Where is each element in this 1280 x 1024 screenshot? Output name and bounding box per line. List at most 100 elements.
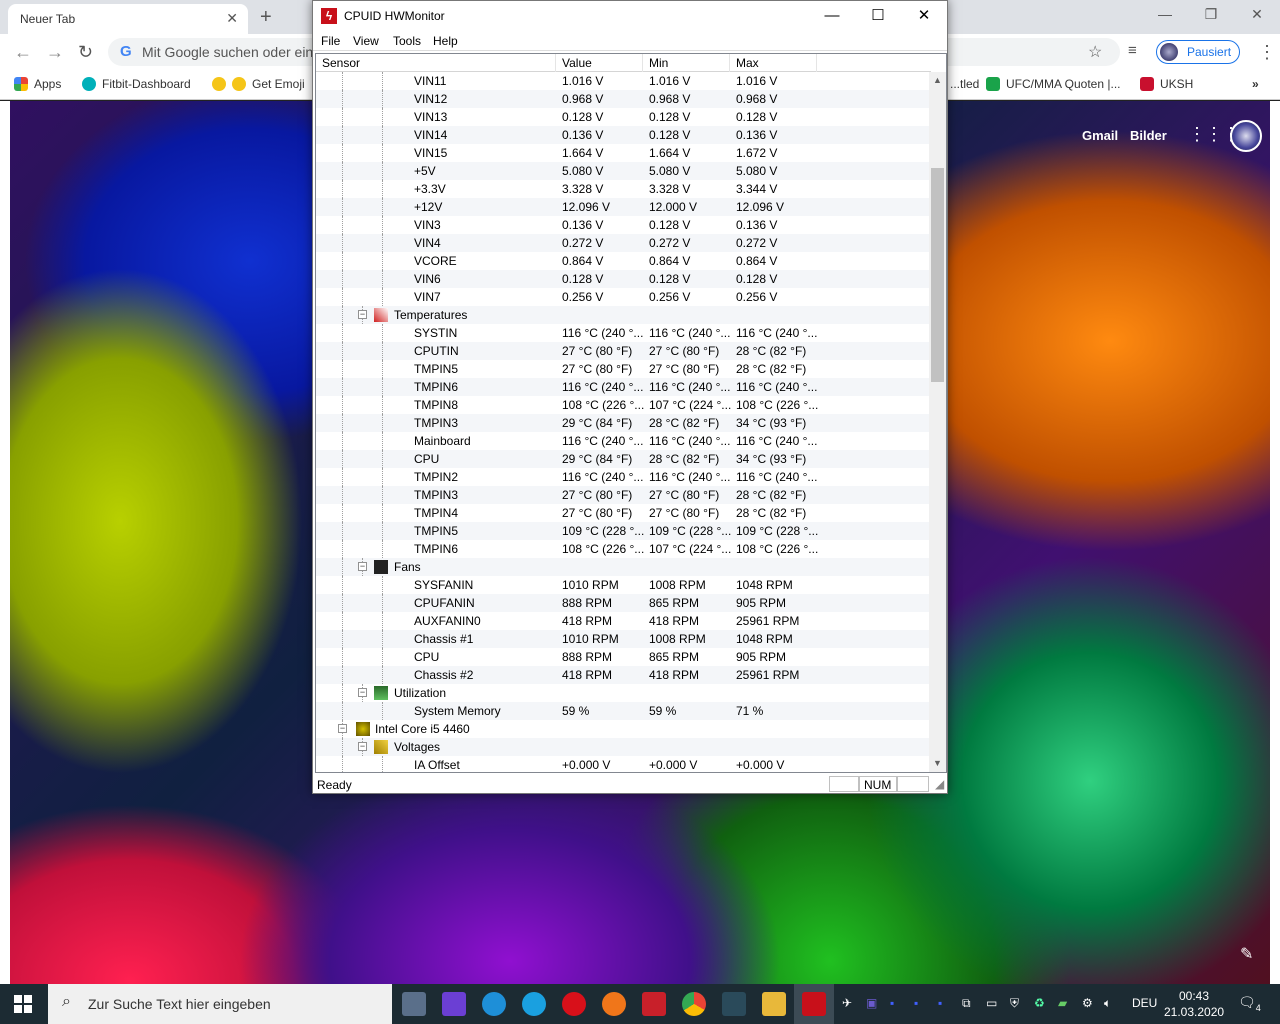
tray-app-icon[interactable]: ▪ (890, 996, 894, 1010)
tab-new-tab[interactable]: Neuer Tab ✕ (8, 4, 248, 34)
vertical-scrollbar[interactable]: ▲ ▼ (929, 72, 946, 772)
more-bookmarks-icon[interactable]: » (1252, 77, 1259, 91)
sensor-row[interactable]: VIN14 0.136 V 0.128 V 0.136 V (316, 126, 931, 144)
scroll-down-icon[interactable]: ▼ (929, 755, 946, 772)
menu-tools[interactable]: Tools (393, 34, 421, 48)
close-icon[interactable]: ✕ (1234, 0, 1280, 30)
chrome-icon[interactable] (682, 992, 706, 1016)
column-value[interactable]: Value (556, 54, 643, 72)
sensor-row[interactable]: VCORE 0.864 V 0.864 V 0.864 V (316, 252, 931, 270)
profile-button[interactable]: Pausiert (1156, 40, 1240, 64)
security-shield-icon[interactable]: ⛨ (1010, 996, 1019, 1011)
sensor-row[interactable]: VIN15 1.664 V 1.664 V 1.672 V (316, 144, 931, 162)
sensor-row[interactable]: CPU 888 RPM 865 RPM 905 RPM (316, 648, 931, 666)
sensor-row[interactable]: TMPIN5 27 °C (80 °F) 27 °C (80 °F) 28 °C (8… (316, 360, 931, 378)
bookmark-ufc[interactable]: UFC/MMA Quoten |... (986, 77, 1120, 91)
taskbar-search-box[interactable]: ⌕ Zur Suche Text hier eingeben (48, 984, 392, 1024)
close-icon[interactable]: ✕ (901, 1, 947, 31)
column-min[interactable]: Min (643, 54, 730, 72)
sensor-row[interactable]: VIN7 0.256 V 0.256 V 0.256 V (316, 288, 931, 306)
menu-help[interactable]: Help (433, 34, 458, 48)
instagram-icon[interactable] (442, 992, 466, 1016)
browser-menu-icon[interactable]: ⋮ (1258, 42, 1276, 63)
language-indicator[interactable]: DEU (1132, 996, 1157, 1010)
restore-icon[interactable]: ❐ (1188, 0, 1234, 30)
reload-icon[interactable]: ↻ (78, 42, 93, 63)
sensor-row[interactable]: +3.3V 3.328 V 3.328 V 3.344 V (316, 180, 931, 198)
internet-explorer-icon[interactable] (522, 992, 546, 1016)
bookmark-star-icon[interactable]: ☆ (1088, 42, 1102, 62)
bookmark-untitled[interactable]: ...tled (950, 77, 979, 91)
sensor-row[interactable]: VIN11 1.016 V 1.016 V 1.016 V (316, 72, 931, 90)
sensor-group-row[interactable]: − Voltages (316, 738, 931, 756)
bookmark-apps[interactable]: Apps (14, 77, 61, 91)
tray-app-icon[interactable]: ▣ (866, 996, 877, 1010)
images-link[interactable]: Bilder (1130, 128, 1167, 143)
minimize-icon[interactable]: — (809, 1, 855, 31)
edge-icon[interactable] (482, 992, 506, 1016)
bookmark-uksh[interactable]: UKSH (1140, 77, 1193, 91)
customize-pencil-icon[interactable]: ✎ (1240, 944, 1253, 964)
action-center-icon[interactable]: 🗨︎4 (1238, 994, 1261, 1013)
sensor-row[interactable]: Chassis #1 1010 RPM 1008 RPM 1048 RPM (316, 630, 931, 648)
news-app-icon[interactable] (642, 992, 666, 1016)
sensor-row[interactable]: +12V 12.096 V 12.000 V 12.096 V (316, 198, 931, 216)
collapse-toggle-icon[interactable]: − (338, 724, 347, 733)
sensor-row[interactable]: VIN12 0.968 V 0.968 V 0.968 V (316, 90, 931, 108)
hwmonitor-titlebar[interactable]: ϟ CPUID HWMonitor — ☐ ✕ (313, 1, 947, 31)
sensor-row[interactable]: TMPIN2 116 °C (240 °... 116 °C (240 °... 11… (316, 468, 931, 486)
volume-icon[interactable]: 🔈︎ (1104, 996, 1111, 1011)
sensor-row[interactable]: TMPIN8 108 °C (226 °... 107 °C (224 °... 10… (316, 396, 931, 414)
steam-icon[interactable]: ⚙ (1082, 996, 1093, 1010)
sensor-row[interactable]: TMPIN4 27 °C (80 °F) 27 °C (80 °F) 28 °C (8… (316, 504, 931, 522)
sensor-row[interactable]: TMPIN3 29 °C (84 °F) 28 °C (82 °F) 34 °C (9… (316, 414, 931, 432)
sensor-row[interactable]: AUXFANIN0 418 RPM 418 RPM 25961 RPM (316, 612, 931, 630)
sensor-tree-list[interactable]: Sensor Value Min Max VIN11 1.016 V 1.016 V… (315, 53, 947, 773)
windows-start-icon[interactable] (14, 995, 32, 1013)
scrollbar-thumb[interactable] (931, 168, 944, 382)
bookmark-emoji[interactable]: Get Emoji (212, 77, 305, 91)
reading-list-icon[interactable]: ≡ (1128, 42, 1137, 59)
new-tab-icon[interactable]: + (260, 6, 272, 29)
sensor-row[interactable]: VIN13 0.128 V 0.128 V 0.128 V (316, 108, 931, 126)
sensor-row[interactable]: SYSTIN 116 °C (240 °... 116 °C (240 °... 11… (316, 324, 931, 342)
nvidia-icon[interactable]: ▰ (1058, 996, 1067, 1010)
sensor-row[interactable]: CPUFANIN 888 RPM 865 RPM 905 RPM (316, 594, 931, 612)
sensor-row[interactable]: TMPIN6 116 °C (240 °... 116 °C (240 °... 11… (316, 378, 931, 396)
sensor-row[interactable]: TMPIN3 27 °C (80 °F) 27 °C (80 °F) 28 °C (8… (316, 486, 931, 504)
sensor-group-row[interactable]: − Utilization (316, 684, 931, 702)
opera-icon[interactable] (562, 992, 586, 1016)
column-max[interactable]: Max (730, 54, 817, 72)
maximize-icon[interactable]: ☐ (855, 1, 901, 31)
sensor-row[interactable]: VIN6 0.128 V 0.128 V 0.128 V (316, 270, 931, 288)
sensor-row[interactable]: System Memory 59 % 59 % 71 % (316, 702, 931, 720)
back-icon[interactable]: ← (14, 42, 32, 63)
sensor-group-row[interactable]: − Fans (316, 558, 931, 576)
file-explorer-icon[interactable] (762, 992, 786, 1016)
tray-app-icon[interactable]: ✈ (842, 996, 852, 1010)
tray-app-icon[interactable]: ▪ (938, 996, 942, 1010)
sensor-row[interactable]: CPU 29 °C (84 °F) 28 °C (82 °F) 34 °C (93 °… (316, 450, 931, 468)
resize-grip-icon[interactable]: ◢ (935, 777, 944, 791)
sensor-row[interactable]: SYSFANIN 1010 RPM 1008 RPM 1048 RPM (316, 576, 931, 594)
account-avatar[interactable] (1230, 120, 1262, 152)
forward-icon[interactable]: → (46, 42, 64, 63)
gmail-link[interactable]: Gmail (1082, 128, 1118, 143)
sensor-row[interactable]: CPUTIN 27 °C (80 °F) 27 °C (80 °F) 28 °C (8… (316, 342, 931, 360)
sensor-row[interactable]: VIN4 0.272 V 0.272 V 0.272 V (316, 234, 931, 252)
firefox-icon[interactable] (602, 992, 626, 1016)
sensor-row[interactable]: TMPIN5 109 °C (228 °... 109 °C (228 °... 10… (316, 522, 931, 540)
column-sensor[interactable]: Sensor (316, 54, 556, 72)
menu-file[interactable]: File (321, 34, 340, 48)
taskbar-clock[interactable]: 00:43 21.03.2020 (1164, 988, 1224, 1020)
sensor-group-row[interactable]: − Temperatures (316, 306, 931, 324)
sensor-row[interactable]: IA Offset +0.000 V +0.000 V +0.000 V (316, 756, 931, 772)
sensor-row[interactable]: Chassis #2 418 RPM 418 RPM 25961 RPM (316, 666, 931, 684)
fitbit-app-icon[interactable] (722, 992, 746, 1016)
collapse-toggle-icon[interactable]: − (358, 562, 367, 571)
sensor-group-row[interactable]: − Intel Core i5 4460 (316, 720, 931, 738)
tray-app-icon[interactable]: ▪ (914, 996, 918, 1010)
sensor-row[interactable]: +5V 5.080 V 5.080 V 5.080 V (316, 162, 931, 180)
network-icon[interactable]: ▭ (986, 996, 997, 1010)
collapse-toggle-icon[interactable]: − (358, 310, 367, 319)
